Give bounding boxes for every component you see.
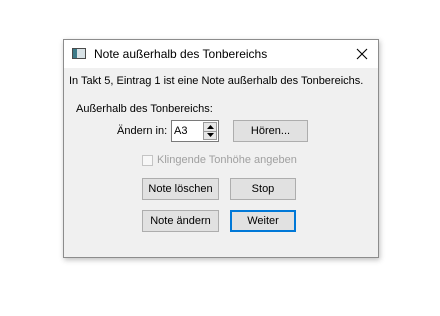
message-text: In Takt 5, Eintrag 1 ist eine Note außer…	[69, 75, 364, 87]
title-bar: Note außerhalb des Tonbereichs	[64, 40, 378, 68]
continue-button[interactable]: Weiter	[230, 210, 296, 232]
app-window-icon	[72, 48, 86, 59]
dialog-title: Note außerhalb des Tonbereichs	[94, 47, 268, 61]
pitch-spin-buttons	[203, 122, 217, 140]
delete-note-button[interactable]: Note löschen	[142, 178, 219, 200]
arrow-up-icon	[206, 124, 214, 129]
pitch-spinbox	[171, 120, 219, 142]
spin-up-button[interactable]	[203, 122, 217, 132]
range-group-label: Außerhalb des Tonbereichs:	[76, 103, 213, 115]
arrow-down-icon	[206, 133, 214, 138]
stop-button[interactable]: Stop	[230, 178, 296, 200]
pitch-input[interactable]	[174, 124, 200, 138]
out-of-range-dialog: Note außerhalb des Tonbereichs In Takt 5…	[63, 39, 379, 258]
close-icon[interactable]	[350, 43, 374, 65]
listen-button[interactable]: Hören...	[233, 120, 308, 142]
spin-down-button[interactable]	[203, 131, 217, 140]
sounding-pitch-label: Klingende Tonhöhe angeben	[157, 154, 297, 166]
sounding-pitch-option[interactable]: Klingende Tonhöhe angeben	[142, 154, 297, 166]
sounding-pitch-checkbox[interactable]	[142, 154, 153, 166]
change-to-label: Ändern in:	[117, 125, 168, 137]
change-note-button[interactable]: Note ändern	[142, 210, 219, 232]
